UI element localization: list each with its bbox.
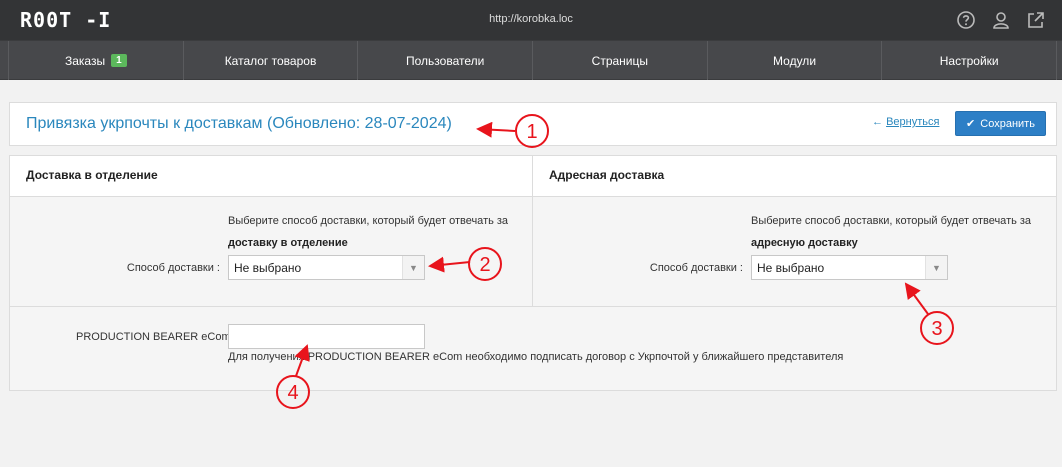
address-delivery-select[interactable]: Не выбрано ▼: [751, 255, 948, 280]
select-value: Не выбрано: [757, 261, 825, 275]
bearer-token-input[interactable]: [228, 324, 425, 349]
dropdown-arrow-icon: ▼: [402, 256, 424, 279]
nav-item-modules[interactable]: Модули: [708, 41, 883, 80]
hint-bold-text: адресную доставку: [751, 237, 858, 249]
hint-text: Выберите способ доставки, который будет …: [228, 215, 509, 227]
nav-item-users[interactable]: Пользователи: [358, 41, 534, 80]
orders-count-badge: 1: [111, 54, 127, 67]
select-value: Не выбрано: [234, 261, 302, 275]
delivery-method-label: Способ доставки :: [649, 262, 743, 274]
section-hint: Выберите способ доставки, который будет …: [751, 210, 1051, 254]
hint-bold-text: доставку в отделение: [228, 237, 348, 249]
back-link[interactable]: ← Вернуться: [872, 116, 939, 128]
hint-text: Выберите способ доставки, который будет …: [751, 215, 1032, 227]
back-link-label: Вернуться: [886, 116, 940, 128]
section-heading: Доставка в отделение: [10, 156, 532, 197]
branch-delivery-section: Доставка в отделение Выберите способ дос…: [10, 156, 533, 307]
save-button-label: Сохранить: [980, 117, 1035, 130]
dropdown-arrow-icon: ▼: [925, 256, 947, 279]
nav-item-orders[interactable]: Заказы 1: [9, 41, 184, 80]
bearer-help-text: Для получения PRODUCTION BEARER eCom нео…: [228, 351, 844, 363]
nav-item-pages[interactable]: Страницы: [533, 41, 708, 80]
nav-item-label: Заказы: [65, 53, 106, 68]
main-nav: Заказы 1 Каталог товаров Пользователи Ст…: [0, 40, 1062, 80]
page-header: Привязка укрпочты к доставкам (Обновлено…: [9, 102, 1057, 146]
page-title: Привязка укрпочты к доставкам (Обновлено…: [26, 115, 452, 132]
checkmark-icon: ✔: [966, 118, 976, 130]
section-hint: Выберите способ доставки, который будет …: [228, 210, 528, 254]
external-link-icon[interactable]: [1025, 9, 1047, 31]
branch-delivery-select[interactable]: Не выбрано ▼: [228, 255, 425, 280]
user-icon[interactable]: [990, 9, 1012, 31]
site-url[interactable]: http://korobka.loc: [0, 13, 1062, 25]
save-button[interactable]: ✔ Сохранить: [955, 111, 1046, 136]
settings-form: Доставка в отделение Выберите способ дос…: [9, 155, 1057, 391]
bearer-label: PRODUCTION BEARER eCom:: [76, 331, 234, 343]
nav-item-catalog[interactable]: Каталог товаров: [184, 41, 359, 80]
nav-item-settings[interactable]: Настройки: [882, 41, 1056, 80]
top-bar: R00T -I http://korobka.loc: [0, 0, 1062, 40]
divider: [10, 306, 1056, 307]
delivery-method-label: Способ доставки :: [126, 262, 220, 274]
address-delivery-section: Адресная доставка Выберите способ достав…: [533, 156, 1056, 307]
section-heading: Адресная доставка: [533, 156, 1056, 197]
back-arrow-icon: ←: [872, 116, 883, 128]
help-icon[interactable]: [955, 9, 977, 31]
